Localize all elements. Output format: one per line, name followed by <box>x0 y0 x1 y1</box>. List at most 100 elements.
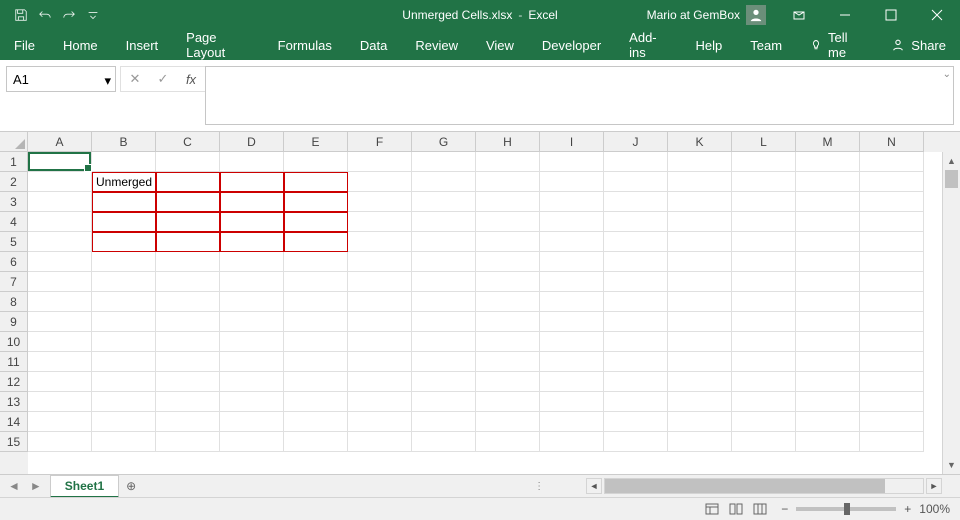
undo-icon[interactable] <box>34 4 56 26</box>
zoom-level[interactable]: 100% <box>919 502 950 516</box>
share-button[interactable]: Share <box>877 38 960 53</box>
cell[interactable] <box>732 292 796 312</box>
cell[interactable] <box>92 252 156 272</box>
chevron-down-icon[interactable]: ▾ <box>104 73 111 89</box>
cell[interactable] <box>412 292 476 312</box>
cell[interactable] <box>412 412 476 432</box>
cell[interactable] <box>860 212 924 232</box>
cell[interactable] <box>412 152 476 172</box>
cell[interactable] <box>348 332 412 352</box>
cell[interactable] <box>220 232 284 252</box>
cell[interactable] <box>476 192 540 212</box>
cell[interactable] <box>284 412 348 432</box>
cell[interactable] <box>796 212 860 232</box>
tab-help[interactable]: Help <box>682 30 737 60</box>
sheet-prev-icon[interactable]: ◄ <box>8 479 20 493</box>
cell[interactable] <box>796 152 860 172</box>
cell[interactable] <box>220 192 284 212</box>
cell[interactable] <box>92 412 156 432</box>
cell[interactable] <box>796 232 860 252</box>
cell[interactable] <box>284 432 348 452</box>
scroll-up-icon[interactable]: ▲ <box>943 152 960 170</box>
col-header[interactable]: A <box>28 132 92 152</box>
cell[interactable] <box>284 332 348 352</box>
cell[interactable] <box>28 192 92 212</box>
col-header[interactable]: K <box>668 132 732 152</box>
cell[interactable] <box>348 432 412 452</box>
cell[interactable] <box>284 392 348 412</box>
normal-view-icon[interactable] <box>701 500 723 518</box>
select-all-corner[interactable] <box>0 132 28 152</box>
cell[interactable] <box>732 432 796 452</box>
col-header[interactable]: D <box>220 132 284 152</box>
name-box[interactable]: A1 ▾ <box>6 66 116 92</box>
cell[interactable] <box>732 172 796 192</box>
zoom-slider[interactable] <box>796 507 896 511</box>
cell[interactable] <box>476 252 540 272</box>
col-header[interactable]: B <box>92 132 156 152</box>
cell[interactable] <box>604 392 668 412</box>
tab-addins[interactable]: Add-ins <box>615 30 681 60</box>
cell[interactable] <box>860 352 924 372</box>
cell[interactable] <box>156 212 220 232</box>
row-header[interactable]: 4 <box>0 212 28 232</box>
row-header[interactable]: 8 <box>0 292 28 312</box>
col-header[interactable]: C <box>156 132 220 152</box>
row-header[interactable]: 7 <box>0 272 28 292</box>
cell[interactable] <box>412 212 476 232</box>
tab-insert[interactable]: Insert <box>112 30 173 60</box>
sheet-next-icon[interactable]: ► <box>30 479 42 493</box>
row-header[interactable]: 15 <box>0 432 28 452</box>
cell[interactable] <box>668 272 732 292</box>
cell[interactable] <box>860 292 924 312</box>
col-header[interactable]: G <box>412 132 476 152</box>
cell[interactable] <box>796 372 860 392</box>
page-layout-view-icon[interactable] <box>725 500 747 518</box>
cell[interactable] <box>156 272 220 292</box>
cell[interactable] <box>284 212 348 232</box>
cell[interactable] <box>92 212 156 232</box>
cell[interactable] <box>156 332 220 352</box>
formula-bar[interactable]: ⌄ <box>205 66 954 125</box>
cell[interactable] <box>540 272 604 292</box>
cell[interactable] <box>604 212 668 232</box>
cell[interactable] <box>540 252 604 272</box>
cells-area[interactable]: Unmerged <box>28 152 942 474</box>
vertical-scrollbar[interactable]: ▲ ▼ <box>942 152 960 474</box>
cell[interactable] <box>540 432 604 452</box>
cell[interactable] <box>476 172 540 192</box>
cell[interactable] <box>604 332 668 352</box>
cell[interactable] <box>412 232 476 252</box>
minimize-button[interactable] <box>822 0 868 30</box>
cell[interactable] <box>860 272 924 292</box>
cell[interactable] <box>412 332 476 352</box>
cell[interactable] <box>732 392 796 412</box>
horizontal-scrollbar[interactable]: ◄ ► <box>551 478 960 494</box>
row-header[interactable]: 6 <box>0 252 28 272</box>
cell[interactable] <box>412 312 476 332</box>
cell[interactable] <box>604 312 668 332</box>
qat-customize-icon[interactable] <box>82 4 104 26</box>
cell[interactable] <box>28 232 92 252</box>
cell[interactable] <box>476 292 540 312</box>
cell[interactable] <box>92 152 156 172</box>
tab-file[interactable]: File <box>0 30 49 60</box>
cell[interactable] <box>476 412 540 432</box>
cancel-formula-button[interactable]: ✕ <box>121 67 149 91</box>
scroll-right-icon[interactable]: ► <box>926 478 942 494</box>
cell[interactable] <box>28 152 92 172</box>
cell[interactable] <box>860 412 924 432</box>
sheet-tab-active[interactable]: Sheet1 <box>50 475 119 498</box>
cell[interactable] <box>220 172 284 192</box>
cell[interactable] <box>348 292 412 312</box>
cell[interactable] <box>220 212 284 232</box>
cell[interactable] <box>348 352 412 372</box>
cell[interactable] <box>92 272 156 292</box>
cell[interactable] <box>156 172 220 192</box>
cell[interactable] <box>796 412 860 432</box>
tell-me-button[interactable]: Tell me <box>796 30 877 60</box>
cell[interactable] <box>348 172 412 192</box>
cell[interactable] <box>156 432 220 452</box>
cell[interactable] <box>156 152 220 172</box>
hscroll-thumb[interactable] <box>605 479 885 493</box>
